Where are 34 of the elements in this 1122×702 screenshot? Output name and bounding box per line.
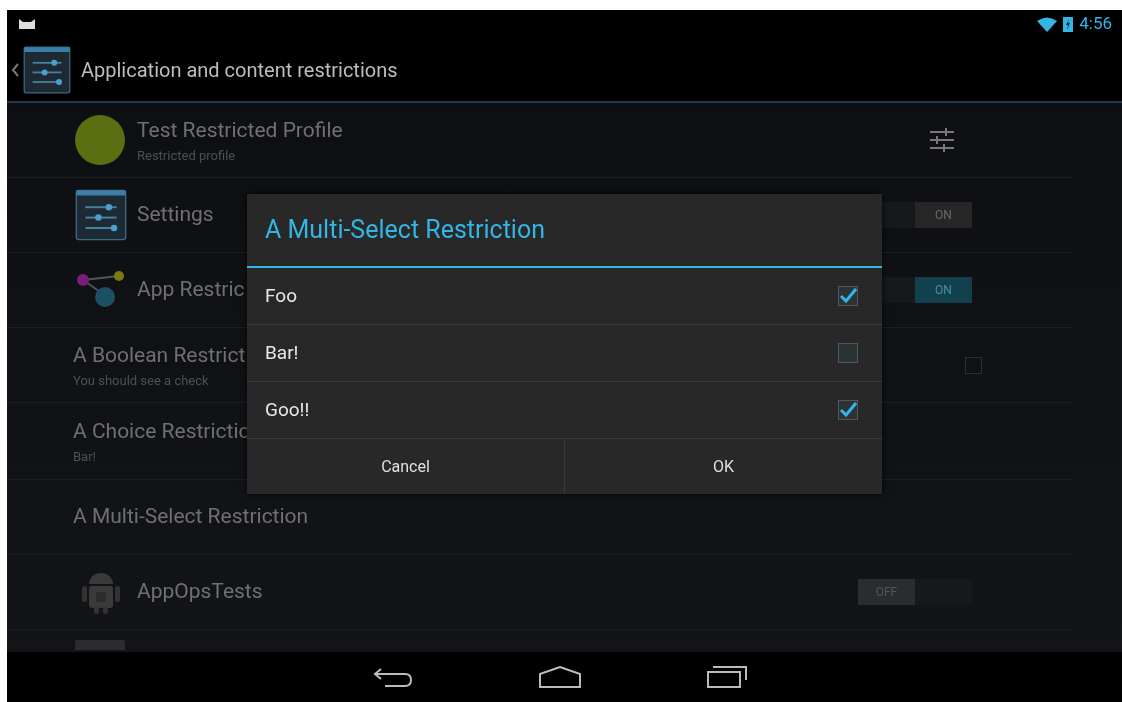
row-title: A Choice Restrictic bbox=[73, 417, 250, 445]
settings-sliders-icon[interactable] bbox=[928, 126, 956, 154]
checkbox[interactable] bbox=[965, 356, 982, 374]
option-label: Foo bbox=[265, 282, 298, 309]
checkbox[interactable] bbox=[838, 343, 858, 363]
option-row[interactable]: Foo bbox=[247, 268, 882, 325]
wifi-icon bbox=[1037, 16, 1058, 32]
molecule-icon bbox=[75, 270, 127, 310]
row-title: A Boolean Restrict bbox=[73, 341, 246, 369]
row-subtitle: Bar! bbox=[73, 448, 96, 466]
recent-apps-icon[interactable] bbox=[706, 666, 747, 688]
row-subtitle: Restricted profile bbox=[137, 147, 236, 165]
back-icon[interactable] bbox=[372, 666, 413, 688]
row-title: App Restric bbox=[137, 276, 245, 304]
battery-charging-icon bbox=[1063, 16, 1074, 32]
row-title: AppOpsTests bbox=[137, 578, 263, 606]
dialog-title: A Multi-Select Restriction bbox=[265, 214, 545, 247]
sliders-app-icon bbox=[75, 189, 127, 241]
row-title: A Multi-Select Restriction bbox=[73, 503, 309, 531]
row-title: Settings bbox=[137, 201, 214, 229]
back-caret-icon[interactable] bbox=[11, 62, 19, 77]
row-subtitle: You should see a check bbox=[73, 372, 209, 390]
sliders-app-icon bbox=[23, 45, 71, 94]
clock-time: 4:56 bbox=[1079, 12, 1112, 36]
option-label: Bar! bbox=[265, 339, 300, 366]
row-title: Test Restricted Profile bbox=[137, 116, 343, 144]
option-row[interactable]: Bar! bbox=[247, 325, 882, 382]
dialog-button[interactable]: Cancel bbox=[247, 439, 564, 494]
dialog-button[interactable]: OK bbox=[564, 439, 882, 494]
checkbox[interactable] bbox=[838, 400, 858, 420]
checkbox[interactable] bbox=[838, 286, 858, 306]
option-label: Goo!! bbox=[265, 396, 311, 423]
home-icon[interactable] bbox=[538, 666, 581, 688]
action-bar-title: Application and content restrictions bbox=[81, 56, 398, 84]
